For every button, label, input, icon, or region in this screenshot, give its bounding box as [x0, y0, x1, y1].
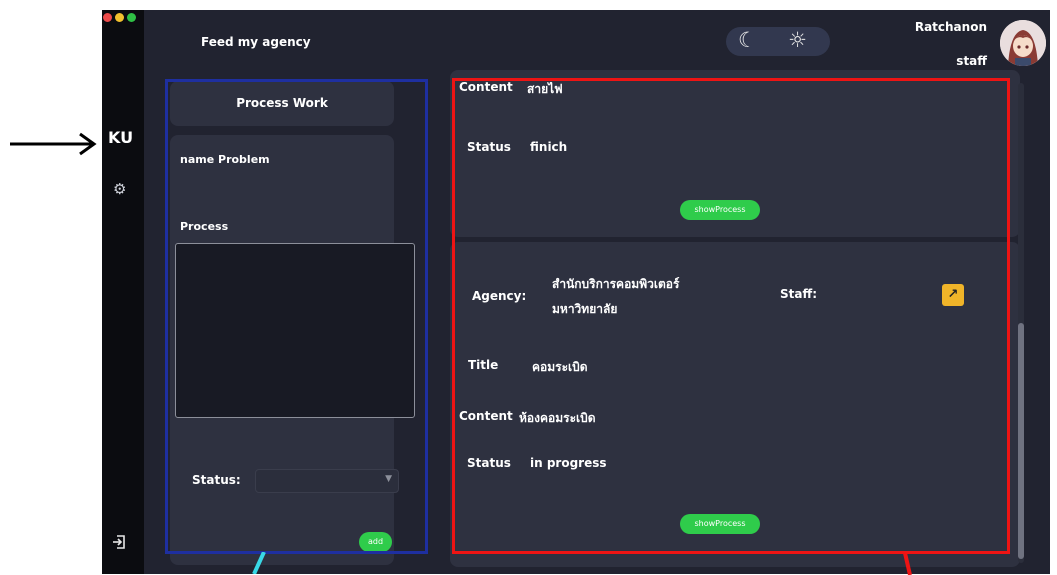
annotation-line-cyan — [252, 552, 266, 574]
page-title: Feed my agency — [201, 35, 311, 49]
logout-icon[interactable] — [112, 534, 126, 554]
user-role: staff — [956, 54, 987, 68]
annotation-box-blue — [165, 79, 428, 554]
scrollbar-thumb[interactable] — [1018, 323, 1024, 559]
scrollbar[interactable] — [1013, 83, 1029, 563]
close-window-button[interactable] — [103, 13, 112, 22]
minimize-window-button[interactable] — [115, 13, 124, 22]
annotation-line-red — [903, 553, 912, 575]
avatar[interactable] — [1000, 20, 1046, 66]
gear-icon[interactable]: ⚙ — [113, 180, 126, 198]
sun-icon[interactable]: ☼ — [788, 28, 807, 52]
sidebar: KU ⚙ — [102, 10, 144, 574]
maximize-window-button[interactable] — [127, 13, 136, 22]
annotation-box-red — [452, 78, 1010, 554]
moon-icon[interactable]: ☾ — [738, 28, 757, 52]
brand-logo[interactable]: KU — [108, 128, 133, 147]
annotation-arrow — [10, 132, 97, 156]
theme-toggle[interactable]: ☾ ☼ — [726, 27, 830, 56]
user-name: Ratchanon — [914, 20, 987, 34]
